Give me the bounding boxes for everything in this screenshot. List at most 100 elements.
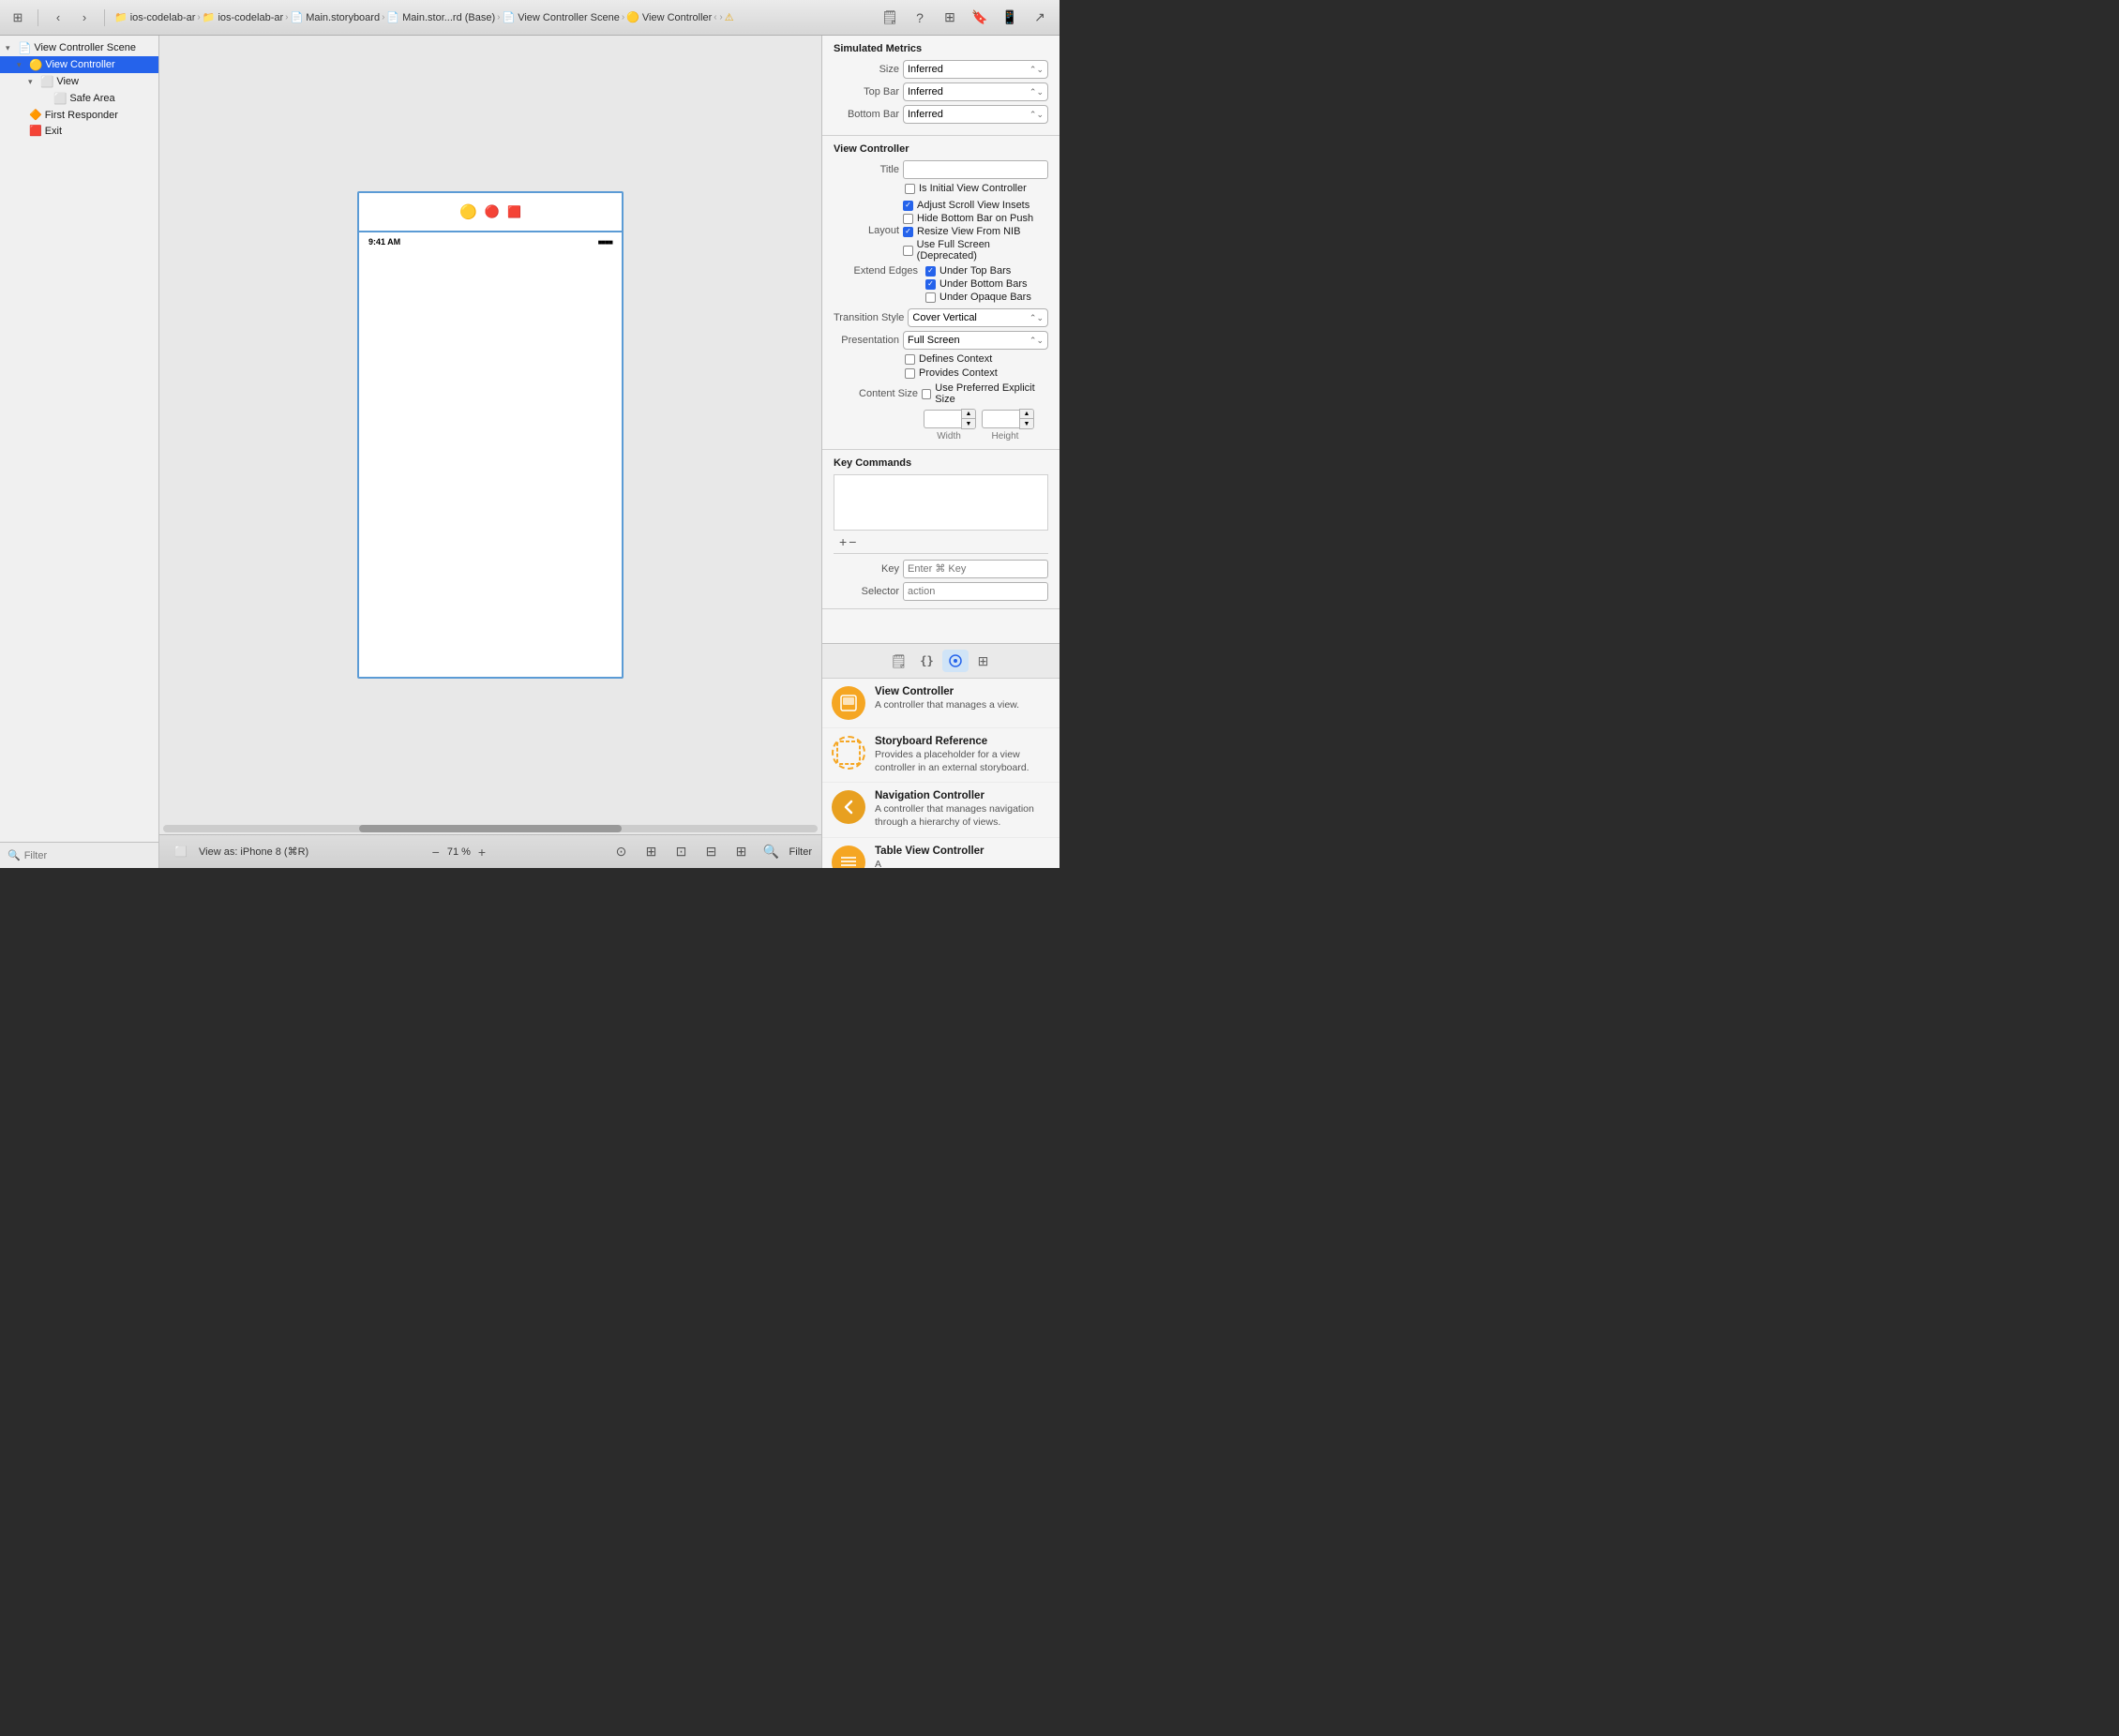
file-inspector-btn[interactable]: 🗒 <box>878 7 902 28</box>
help-btn[interactable]: ? <box>908 7 932 28</box>
library-item-vc[interactable]: View Controller A controller that manage… <box>822 679 1060 728</box>
size-labels-row: Width Height <box>834 431 1048 441</box>
canvas-bottom-left: ⬜ View as: iPhone 8 (⌘R) <box>169 842 308 862</box>
add-key-command-btn[interactable]: + <box>839 534 847 549</box>
provides-context-cb[interactable] <box>905 368 915 379</box>
is-initial-cb[interactable] <box>905 184 915 194</box>
tree-item-vc[interactable]: 🟡 View Controller <box>0 56 158 73</box>
selector-input[interactable] <box>903 582 1048 601</box>
main-layout: 📄 View Controller Scene 🟡 View Controlle… <box>0 36 1060 868</box>
tree-item-view[interactable]: ⬜ View <box>0 73 158 90</box>
height-stepper-btns: ▲ ▼ <box>1019 409 1034 429</box>
device-btn[interactable]: 📱 <box>998 7 1022 28</box>
breadcrumb-item-5[interactable]: 📄 View Controller Scene <box>503 11 620 23</box>
key-input[interactable] <box>903 560 1048 578</box>
lib-tab-media[interactable]: ⊞ <box>970 650 997 672</box>
breadcrumb-item-4[interactable]: 📄 Main.stor...rd (Base) <box>386 11 495 23</box>
defines-context-cb[interactable] <box>905 354 915 365</box>
zoom-in-btn[interactable]: + <box>478 845 486 860</box>
use-full-screen-label: Use Full Screen (Deprecated) <box>917 239 1048 262</box>
media-btn[interactable]: ⊞ <box>938 7 962 28</box>
height-input[interactable]: 667 <box>982 410 1019 428</box>
sidebar-toggle-btn[interactable]: ⊞ <box>8 7 28 28</box>
canvas-snap-btn[interactable]: ⊡ <box>669 842 694 862</box>
canvas-filter-btn[interactable]: 🔍 <box>759 842 784 862</box>
use-preferred-cb[interactable] <box>922 389 931 399</box>
height-down-btn[interactable]: ▼ <box>1020 419 1033 428</box>
storyboard-icon: 📄 <box>291 11 304 23</box>
width-up-btn[interactable]: ▲ <box>962 410 975 419</box>
toolbar-right: 🗒 ? ⊞ 🔖 📱 ↗ <box>878 7 1052 28</box>
under-top-cb[interactable] <box>925 266 936 277</box>
layout-label: Layout <box>834 225 899 236</box>
bookmark-btn[interactable]: 🔖 <box>968 7 992 28</box>
width-stepper-btns: ▲ ▼ <box>961 409 976 429</box>
defines-context-label: Defines Context <box>919 353 992 365</box>
library-nav-desc: A controller that manages navigation thr… <box>875 803 1050 829</box>
key-commands-area <box>834 474 1048 531</box>
tree-item-exit[interactable]: 🟥 Exit <box>0 123 158 139</box>
size-select-arrow: ⌃⌄ <box>1029 65 1044 75</box>
library-storyboard-title: Storyboard Reference <box>875 736 1050 747</box>
use-full-screen-cb[interactable] <box>903 246 913 256</box>
remove-key-command-btn[interactable]: − <box>849 534 856 549</box>
library-item-storyboard[interactable]: Storyboard Reference Provides a placehol… <box>822 728 1060 783</box>
filter-input[interactable] <box>24 850 158 861</box>
width-down-btn[interactable]: ▼ <box>962 419 975 428</box>
disclosure-view <box>28 77 38 87</box>
library-item-tablevc[interactable]: Table View Controller A <box>822 838 1060 868</box>
device-status-bar: 9:41 AM ■■■■ <box>359 232 622 251</box>
lib-tab-object[interactable] <box>942 650 969 672</box>
zoom-out-btn[interactable]: − <box>432 845 440 860</box>
size-select[interactable]: Inferred ⌃⌄ <box>903 60 1048 79</box>
resize-nib-cb[interactable] <box>903 227 913 237</box>
forward-btn[interactable]: › <box>74 7 95 28</box>
bottom-bar-select[interactable]: Inferred ⌃⌄ <box>903 105 1048 124</box>
tree-item-safearea[interactable]: ⬜ Safe Area <box>0 90 158 107</box>
presentation-arrow: ⌃⌄ <box>1029 336 1044 346</box>
back-btn[interactable]: ‹ <box>48 7 68 28</box>
view-as-device-btn[interactable]: ⬜ <box>169 842 193 862</box>
device-frame: 🟡 🔴 🟥 9:41 AM ■■■■ <box>357 191 624 679</box>
toolbar-divider-2 <box>104 9 105 26</box>
toolbar: ⊞ ‹ › 📁 ios-codelab-ar › 📁 ios-codelab-a… <box>0 0 1060 36</box>
lib-tab-file[interactable]: 🗒 <box>886 650 912 672</box>
vc-title-input[interactable] <box>903 160 1048 179</box>
canvas-fit-btn[interactable]: ⊙ <box>609 842 634 862</box>
top-bar-select[interactable]: Inferred ⌃⌄ <box>903 82 1048 101</box>
breadcrumb-item-6[interactable]: 🟡 View Controller <box>626 11 712 23</box>
view-controller-section: View Controller Title Is Initial View Co… <box>822 136 1060 450</box>
device-header: 🟡 🔴 🟥 <box>359 193 622 232</box>
breadcrumb-item-1[interactable]: 📁 ios-codelab-ar <box>114 11 195 23</box>
transition-style-arrow: ⌃⌄ <box>1029 313 1044 323</box>
under-top-label: Under Top Bars <box>939 265 1011 277</box>
canvas-grid-btn[interactable]: ⊞ <box>639 842 664 862</box>
breadcrumb-item-3[interactable]: 📄 Main.storyboard <box>291 11 381 23</box>
tree-item-scene[interactable]: 📄 View Controller Scene <box>0 39 158 56</box>
object-tab-icon <box>948 653 963 668</box>
adjust-scroll-cb[interactable] <box>903 201 913 211</box>
canvas-lock-btn[interactable]: ⊟ <box>699 842 724 862</box>
canvas-zoom-fit-btn[interactable]: ⊞ <box>729 842 754 862</box>
share-btn[interactable]: ↗ <box>1028 7 1052 28</box>
tree-item-firstresponder[interactable]: 🔶 First Responder <box>0 107 158 123</box>
presentation-select[interactable]: Full Screen ⌃⌄ <box>903 331 1048 350</box>
library-tablevc-text: Table View Controller A <box>875 846 1050 868</box>
width-input[interactable]: 375 <box>924 410 961 428</box>
under-opaque-cb[interactable] <box>925 292 936 303</box>
sidebar-filter: 🔍 <box>0 842 158 868</box>
breadcrumb-item-2[interactable]: 📁 ios-codelab-ar <box>203 11 283 23</box>
selector-label: Selector <box>834 586 899 597</box>
transition-style-select[interactable]: Cover Vertical ⌃⌄ <box>908 308 1048 327</box>
library-item-nav[interactable]: Navigation Controller A controller that … <box>822 783 1060 837</box>
is-initial-label: Is Initial View Controller <box>919 183 1027 194</box>
under-bottom-cb[interactable] <box>925 279 936 290</box>
lib-tab-code[interactable]: {} <box>914 650 940 672</box>
canvas-scrollbar[interactable] <box>159 823 821 834</box>
canvas-content[interactable]: 🟡 🔴 🟥 9:41 AM ■■■■ <box>159 36 821 834</box>
hide-bottom-cb[interactable] <box>903 214 913 224</box>
warning-icon: ⚠ <box>725 11 734 23</box>
height-up-btn[interactable]: ▲ <box>1020 410 1033 419</box>
device-time: 9:41 AM <box>368 237 400 247</box>
size-select-value: Inferred <box>908 64 943 75</box>
